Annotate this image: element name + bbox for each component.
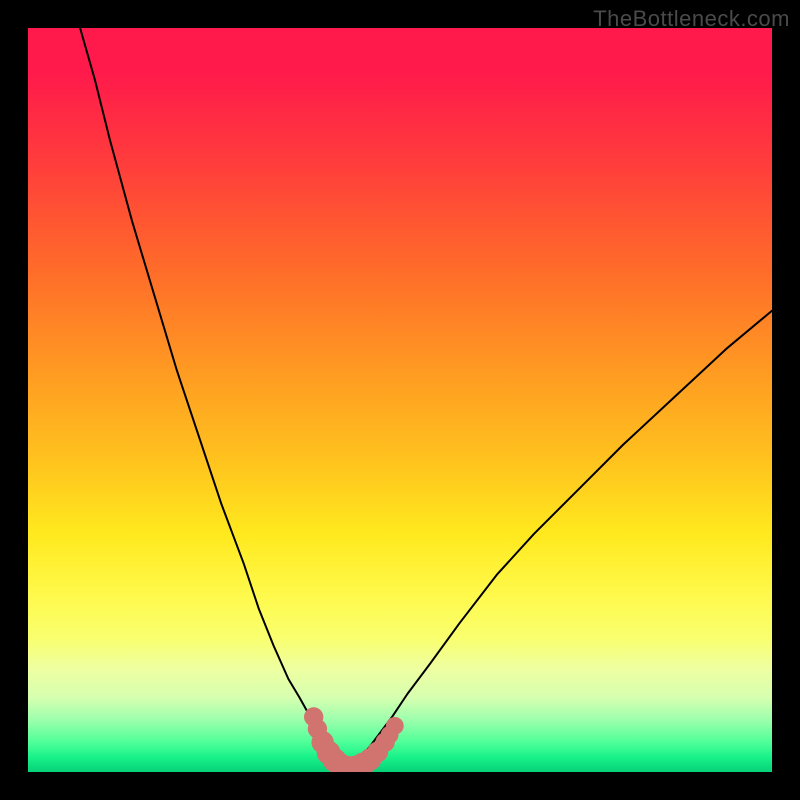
plot-area bbox=[28, 28, 772, 772]
chart-svg bbox=[28, 28, 772, 772]
curve-group bbox=[80, 28, 772, 770]
curve-right-branch bbox=[348, 311, 772, 770]
marker-dot bbox=[386, 717, 404, 735]
curve-left-branch bbox=[80, 28, 348, 770]
watermark-text: TheBottleneck.com bbox=[593, 6, 790, 32]
marker-group bbox=[304, 707, 404, 772]
chart-container: TheBottleneck.com bbox=[0, 0, 800, 800]
